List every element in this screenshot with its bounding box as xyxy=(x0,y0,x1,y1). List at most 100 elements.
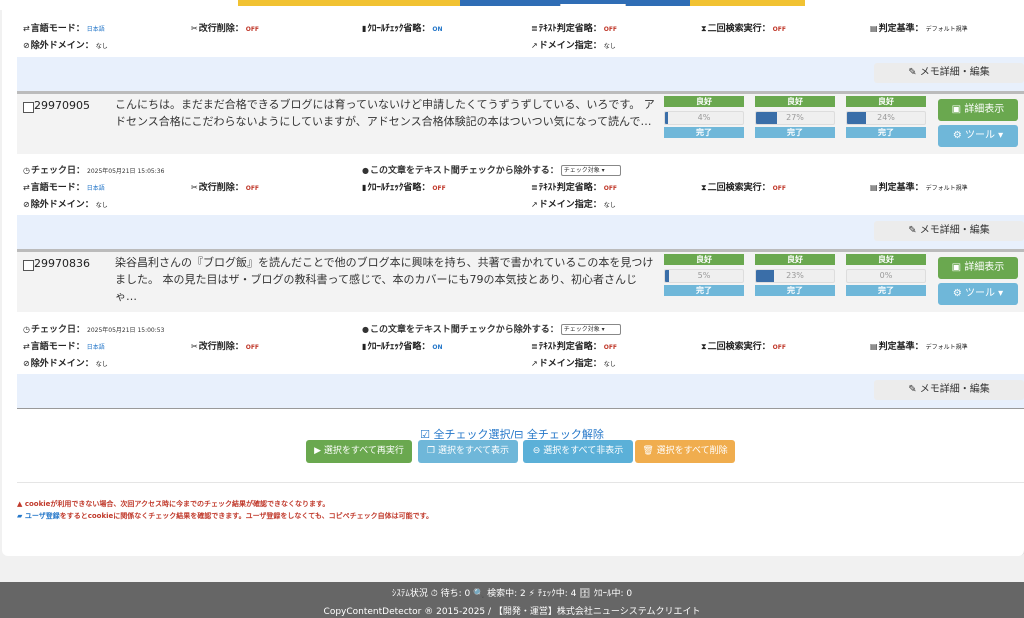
stat-label: 良好 xyxy=(664,96,744,107)
delete-selected-button[interactable]: 🗑 選択をすべて削除 xyxy=(635,440,735,463)
judge-standard: ▤判定基準： デフォルト規準 xyxy=(870,342,968,352)
text-judge-skip: ≣ﾃｷｽﾄ判定省略： OFF xyxy=(531,24,618,34)
caret-down-icon: ▾ xyxy=(994,288,1004,299)
stat-label: 良好 xyxy=(755,254,835,265)
stat-label: 良好 xyxy=(664,254,744,265)
lang-mode: ⇄言語モード： 日本語 xyxy=(23,183,105,193)
scale-icon: ▤ xyxy=(870,342,878,351)
exclude-domain: ⊘除外ドメイン： なし xyxy=(23,359,108,369)
hide-selected-button[interactable]: ⊖ 選択をすべて非表示 xyxy=(523,440,633,463)
memo-edit-button[interactable]: ✎ メモ詳細・編集 xyxy=(874,221,1024,241)
memo-bar: ✎ メモ詳細・編集 xyxy=(17,57,1024,92)
exclude-domain: ⊘除外ドメイン： なし xyxy=(23,41,108,51)
tools-icon: ⚙ xyxy=(952,130,965,141)
edit-icon: ✎ xyxy=(908,384,920,395)
list-icon: ≣ xyxy=(531,24,538,33)
translate-icon: ⇄ xyxy=(23,342,30,351)
notes: ▲ cookieが利用できない場合、次回アクセス時に今までのチェック結果が確認で… xyxy=(17,498,433,522)
hourglass-icon: ⧗ xyxy=(701,24,707,33)
status-done: 完了 xyxy=(755,127,835,138)
divider xyxy=(17,482,1024,483)
detail-button[interactable]: ▣ 詳細表示 xyxy=(938,257,1018,279)
settings-row: ⇄言語モード： 日本語 ✂改行削除： OFF ▮ｸﾛｰﾙﾁｪｯｸ省略： ON ≣ﾃｷｽ… xyxy=(17,21,1024,35)
register-link[interactable]: ユーザ登録 xyxy=(25,512,60,520)
stat-web: 良好 4% 完了 xyxy=(664,96,744,138)
double-search: ⧗二回検索実行： OFF xyxy=(701,183,786,193)
stat-label: 良好 xyxy=(846,96,926,107)
edit-icon: ✎ xyxy=(908,67,920,78)
domain-spec: ↗ドメイン指定： なし xyxy=(531,200,616,210)
scissors-icon: ✂ xyxy=(191,342,198,351)
domain-spec: ↗ドメイン指定： なし xyxy=(531,359,616,369)
newline-remove: ✂改行削除： OFF xyxy=(191,24,260,34)
stat-label: 良好 xyxy=(846,254,926,265)
stat-label: 良好 xyxy=(755,96,835,107)
folder-icon: ▰ xyxy=(17,512,25,520)
tool-button[interactable]: ⚙ ツール ▾ xyxy=(938,125,1018,147)
entry-checkbox[interactable] xyxy=(23,102,34,113)
memo-edit-button[interactable]: ✎ メモ詳細・編集 xyxy=(874,380,1024,400)
progress-bar: 24% xyxy=(846,111,926,125)
entry-checkbox[interactable] xyxy=(23,260,34,271)
rerun-selected-button[interactable]: ▶ 選択をすべて再実行 xyxy=(306,440,412,463)
translate-icon: ⇄ xyxy=(23,183,30,192)
stat-text: 良好 27% 完了 xyxy=(755,96,835,138)
crawl-skip: ▮ｸﾛｰﾙﾁｪｯｸ省略： ON xyxy=(362,342,443,352)
pin-icon: ↗ xyxy=(531,359,538,368)
entry-id[interactable]: 29970836 xyxy=(34,257,90,270)
file-icon: ▮ xyxy=(362,342,367,351)
exclude-toggle: ●この文章をテキスト間チェックから除外する： チェック対象 ▾ xyxy=(362,322,621,335)
circle-icon: ● xyxy=(362,325,369,334)
check-date-row: ◷チェック日： 2025年05月21日 15:00:53 ●この文章をテキスト間チ… xyxy=(17,322,1024,336)
exclude-select[interactable]: チェック対象 ▾ xyxy=(560,165,621,176)
scale-icon: ▤ xyxy=(870,24,878,33)
entry-excerpt[interactable]: こんにちは。まだまだ合格できるブログには育っていないけど申請したくてうずうずして… xyxy=(115,96,655,130)
file-icon: ▮ xyxy=(362,24,367,33)
pin-icon: ↗ xyxy=(531,200,538,209)
tools-icon: ⚙ xyxy=(952,288,965,299)
cookie-warning: ▲ cookieが利用できない場合、次回アクセス時に今までのチェック結果が確認で… xyxy=(17,500,330,508)
check-date: ◷チェック日： 2025年05月21日 15:05:36 xyxy=(23,166,165,176)
clock-icon: ◷ xyxy=(23,325,30,334)
list-icon: ≣ xyxy=(531,342,538,351)
caret-down-icon: ▾ xyxy=(994,130,1004,141)
tool-button[interactable]: ⚙ ツール ▾ xyxy=(938,283,1018,305)
stat-web: 良好 5% 完了 xyxy=(664,254,744,296)
system-status: ｼｽﾃﾑ状況 ⏱ 待ち: 0 🔍 検索中: 2 ⚡ ﾁｪｯｸ中: 4 🗄 ｸﾛｰ… xyxy=(391,589,633,599)
status-done: 完了 xyxy=(664,127,744,138)
progress-bar: 4% xyxy=(664,111,744,125)
translate-icon: ⇄ xyxy=(23,24,30,33)
exclude-toggle: ●この文章をテキスト間チェックから除外する： チェック対象 ▾ xyxy=(362,163,621,176)
settings-row: ⇄言語モード： 日本語 ✂改行削除： OFF ▮ｸﾛｰﾙﾁｪｯｸ省略： OFF ≣ﾃｷ… xyxy=(17,180,1024,194)
newline-remove: ✂改行削除： OFF xyxy=(191,183,260,193)
memo-bar: ✎ メモ詳細・編集 xyxy=(17,374,1024,409)
check-date-row: ◷チェック日： 2025年05月21日 15:05:36 ●この文章をテキスト間チ… xyxy=(17,163,1024,177)
status-done: 完了 xyxy=(664,285,744,296)
domain-spec: ↗ドメイン指定： なし xyxy=(531,41,616,51)
detail-button[interactable]: ▣ 詳細表示 xyxy=(938,99,1018,121)
progress-bar: 0% xyxy=(846,269,926,283)
scissors-icon: ✂ xyxy=(191,24,198,33)
stat-text: 良好 23% 完了 xyxy=(755,254,835,296)
memo-edit-button[interactable]: ✎ メモ詳細・編集 xyxy=(874,63,1024,83)
progress-text: 23% xyxy=(786,271,804,280)
minus-circle-icon: ⊖ xyxy=(532,446,544,456)
page: ⇄言語モード： 日本語 ✂改行削除： OFF ▮ｸﾛｰﾙﾁｪｯｸ省略： ON ≣ﾃｷｽ… xyxy=(0,0,1024,618)
entry-excerpt[interactable]: 染谷昌利さんの『ブログ飯』を読んだことで他のブログ本に興味を持ち、共著で書かれて… xyxy=(115,254,655,305)
progress-fill xyxy=(756,270,774,282)
list-icon: ≣ xyxy=(531,183,538,192)
exclude-select[interactable]: チェック対象 ▾ xyxy=(560,324,621,335)
show-selected-button[interactable]: ❐ 選択をすべて表示 xyxy=(418,440,518,463)
progress-fill xyxy=(847,112,866,124)
entry-id[interactable]: 29970905 xyxy=(34,99,90,112)
register-note: ▰ ユーザ登録をするとcookieに関係なくチェック結果を確認できます。ユーザ登… xyxy=(17,512,433,520)
copyright: CopyContentDetector ® 2015-2025 / 【開発・運営… xyxy=(323,607,701,617)
lang-mode: ⇄言語モード： 日本語 xyxy=(23,24,105,34)
progress-fill xyxy=(665,112,669,124)
domain-row: ⊘除外ドメイン： なし ↗ドメイン指定： なし xyxy=(17,38,1024,52)
warning-icon: ▲ xyxy=(17,500,25,508)
progress-text: 24% xyxy=(877,113,895,122)
status-done: 完了 xyxy=(846,127,926,138)
text-judge-skip: ≣ﾃｷｽﾄ判定省略： OFF xyxy=(531,183,618,193)
status-done: 完了 xyxy=(846,285,926,296)
